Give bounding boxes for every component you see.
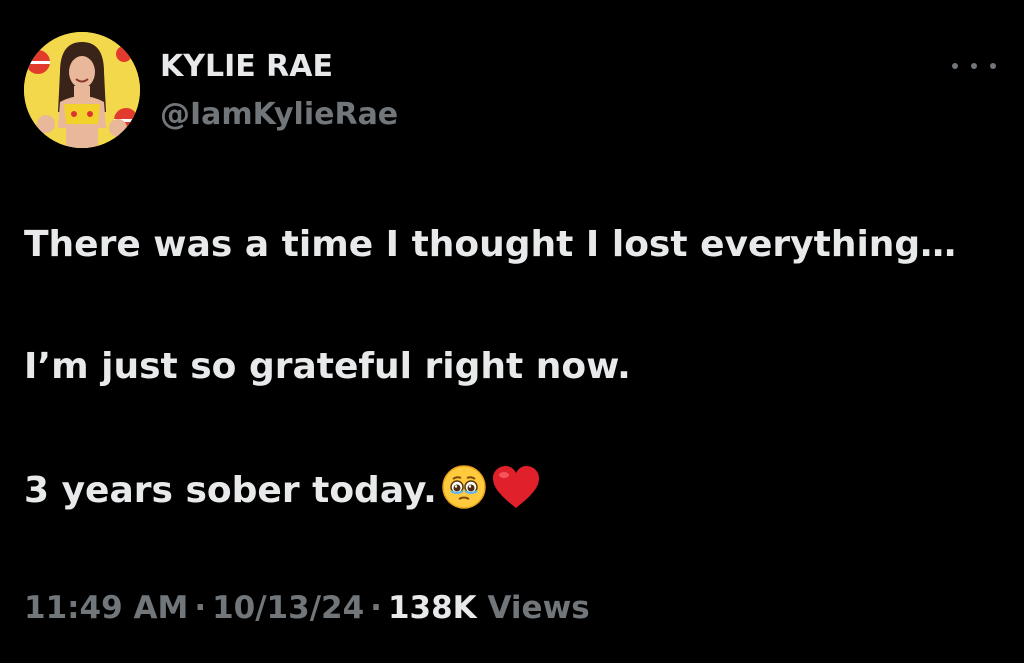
tweet-metadata: 11:49 AM · 10/13/24 · 138K Views — [24, 588, 590, 628]
face-holding-back-tears-icon — [441, 464, 487, 522]
tweet-card[interactable]: KYLIE RAE @IamKylieRae There was a time … — [0, 0, 1024, 663]
more-horizontal-icon — [952, 63, 958, 69]
views-count[interactable]: 138K — [388, 590, 477, 626]
meta-separator: · — [370, 590, 382, 626]
tweet-date[interactable]: 10/13/24 — [212, 590, 364, 626]
tweet-text-line-with-emoji: 3 years sober today. — [24, 464, 541, 522]
more-horizontal-icon — [990, 63, 996, 69]
tweet-text: 3 years sober today. — [24, 470, 437, 511]
red-heart-icon — [491, 464, 541, 522]
tweet-text-line: I’m just so grateful right now. — [24, 346, 631, 387]
avatar-image — [24, 32, 140, 148]
views-label: Views — [487, 590, 590, 626]
author-handle[interactable]: @IamKylieRae — [160, 96, 398, 134]
more-horizontal-icon — [971, 63, 977, 69]
author-display-name[interactable]: KYLIE RAE — [160, 48, 333, 86]
tweet-text-line: There was a time I thought I lost everyt… — [24, 224, 957, 265]
avatar[interactable] — [24, 32, 140, 148]
tweet-time[interactable]: 11:49 AM — [24, 590, 188, 626]
more-options-button[interactable] — [952, 54, 996, 78]
meta-separator: · — [194, 590, 207, 626]
